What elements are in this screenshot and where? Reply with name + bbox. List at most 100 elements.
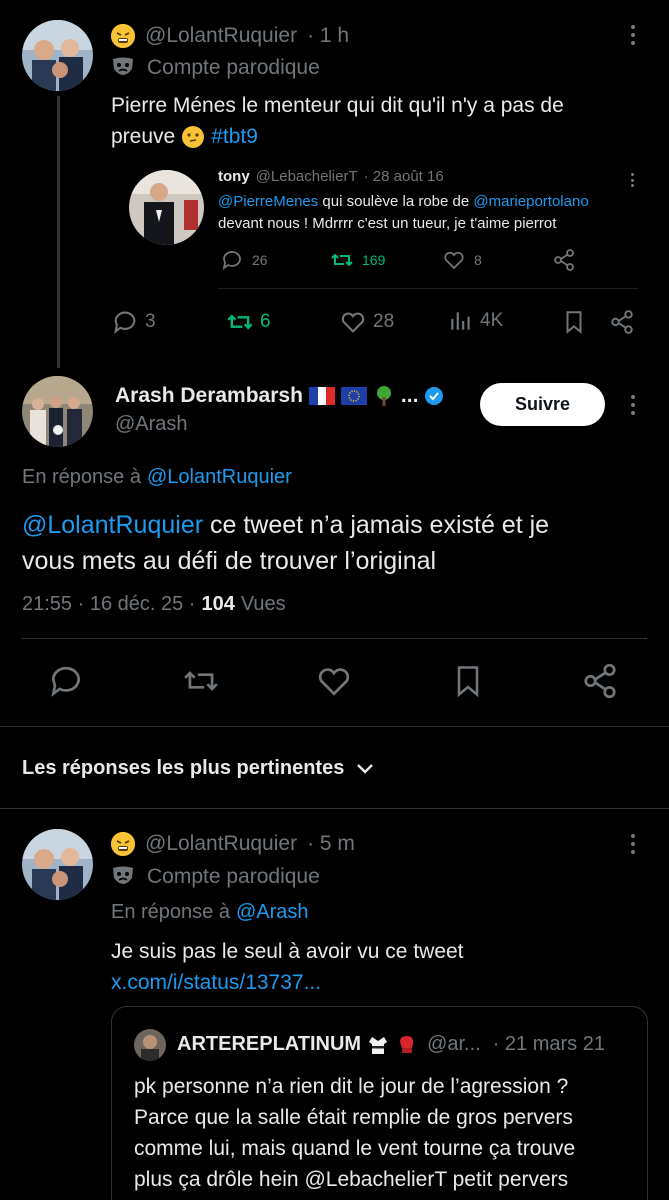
hashtag-tbt9[interactable]: #tbt9 — [211, 121, 258, 152]
tweet1-handle[interactable]: @LolantRuquier — [145, 24, 297, 48]
boxing-glove-icon — [400, 1035, 414, 1053]
quoted-like-count: 8 — [474, 252, 482, 268]
reply1-quoted-name: ARTEREPLATINUM — [177, 1033, 362, 1055]
mention-marieportolano[interactable]: @marieportolano — [473, 193, 588, 210]
reply1-quoted-handle: @ar... — [427, 1033, 481, 1055]
avatar-lolantruquier[interactable] — [22, 20, 93, 91]
quoted-divider — [218, 288, 638, 289]
avatar-arash[interactable] — [22, 376, 93, 447]
reply1-quoted-line1: pk personne n’a rien dit le jour de l’ag… — [134, 1075, 569, 1098]
tweet1-like-count: 28 — [373, 311, 395, 332]
quoted-share-button[interactable] — [552, 248, 576, 272]
quoted-name[interactable]: tony — [218, 168, 250, 185]
reply1-time[interactable]: · 5 m — [307, 832, 355, 856]
tweet1-like-button[interactable]: 28 — [339, 308, 394, 336]
retweet-icon — [184, 671, 218, 691]
angry-face-icon — [111, 24, 135, 48]
tweet1-more-icon[interactable] — [624, 22, 642, 48]
quoted-reply-button[interactable]: 26 — [220, 248, 268, 272]
mention-pierremenes[interactable]: @PierreMenes — [218, 193, 318, 210]
martial-arts-uniform-icon — [369, 1036, 388, 1054]
retweet-icon — [331, 253, 353, 267]
replies-sort-dropdown[interactable]: Les réponses les plus pertinentes — [22, 757, 374, 780]
share-icon — [584, 663, 616, 699]
reply1-quoted-line4: plus ça drôle hein @LebachelierT petit p… — [134, 1168, 569, 1191]
main-mention[interactable]: @LolantRuquier — [22, 511, 203, 539]
theater-mask-icon — [111, 866, 135, 888]
avatar-arterplatinum — [134, 1029, 166, 1061]
reply1-more-icon[interactable] — [624, 831, 642, 857]
verified-badge-icon — [425, 387, 444, 405]
tree-icon — [376, 386, 391, 406]
main-like-button[interactable] — [315, 662, 353, 705]
follow-button[interactable]: Suivre — [480, 383, 605, 426]
main-actions — [0, 662, 669, 706]
main-tweet-author: Arash Derambarsh ... — [115, 384, 444, 408]
heart-icon — [444, 251, 464, 270]
main-bookmark-button[interactable] — [450, 662, 486, 705]
avatar-tony[interactable] — [129, 170, 204, 245]
quoted-retweet-count: 169 — [362, 252, 386, 268]
reply1-handle[interactable]: @LolantRuquier — [145, 832, 297, 856]
tweet1-actions: 3 6 28 4K — [111, 308, 641, 338]
main-timestamp[interactable]: 21:55 · 16 déc. 25 · — [22, 593, 195, 616]
main-tweet-more-icon[interactable] — [624, 392, 642, 418]
quoted-more-icon[interactable] — [626, 170, 638, 190]
tweet1-header: @LolantRuquier · 1 h — [111, 22, 349, 50]
tweet1-views-button[interactable]: 4K — [448, 308, 503, 334]
tweet1-share-button[interactable] — [609, 308, 635, 336]
bookmark-icon — [457, 666, 479, 698]
quoted-retweet-button[interactable]: 169 — [330, 248, 385, 272]
reply1-text-line: Je suis pas le seul à avoir vu ce tweet — [111, 940, 464, 963]
main-text-line1: ce tweet n’a jamais existé et je — [203, 511, 550, 539]
theater-mask-icon — [111, 57, 135, 79]
reply1-quoted-card[interactable]: ARTEREPLATINUM @ar... · 21 mars 21 pk pe… — [111, 1006, 648, 1200]
tweet1-time[interactable]: · 1 h — [307, 24, 349, 48]
main-author-name[interactable]: Arash Derambarsh — [115, 384, 303, 408]
reply-icon — [51, 666, 80, 697]
main-views-count: 104 — [201, 593, 235, 615]
reply-prefix: En réponse à — [22, 466, 141, 488]
share-icon — [554, 249, 574, 271]
avatar-lolantruquier-reply[interactable] — [22, 829, 93, 900]
tweet1-parody-label: Compte parodique — [111, 54, 320, 82]
tweet1-reply-button[interactable]: 3 — [111, 308, 156, 336]
reply1-quoted-line3: comme lui, mais quand le vent tourne ça … — [134, 1137, 576, 1160]
reply1-reply-to-link[interactable]: @Arash — [236, 901, 309, 924]
quoted-handle[interactable]: @LebachelierT — [256, 168, 358, 185]
chevron-down-icon — [357, 763, 374, 774]
main-share-button[interactable] — [581, 662, 619, 705]
quoted-text-part1: qui soulève la robe de — [318, 193, 474, 210]
parody-label: Compte parodique — [147, 56, 320, 79]
heart-icon — [341, 312, 365, 333]
thinking-face-icon — [181, 125, 205, 149]
main-tweet-text: @LolantRuquier ce tweet n’a jamais exist… — [22, 507, 652, 579]
tweet1-text-line2: preuve — [111, 125, 176, 148]
flag-eu-icon — [340, 387, 367, 405]
quoted-actions: 26 169 8 — [220, 248, 580, 276]
flag-france-icon — [308, 387, 335, 405]
main-reply-button[interactable] — [47, 662, 85, 705]
main-meta-divider — [22, 638, 647, 639]
reply1-status-link[interactable]: x.com/i/status/13737... — [111, 967, 641, 998]
tweet1-text: Pierre Ménes le menteur qui dit qu'il n'… — [111, 90, 631, 152]
tweet1-retweet-button[interactable]: 6 — [226, 308, 271, 336]
views-icon — [451, 312, 470, 330]
tweet1-bookmark-button[interactable] — [561, 308, 587, 336]
follow-button-label: Suivre — [514, 394, 571, 414]
main-author-handle[interactable]: @Arash — [115, 413, 188, 436]
reply1-header: @LolantRuquier · 5 m — [111, 830, 355, 858]
reply-icon — [114, 311, 136, 334]
quoted-tweet-text: @PierreMenes qui soulève la robe de @mar… — [218, 191, 638, 235]
quoted-like-button[interactable]: 8 — [442, 248, 482, 272]
main-author-name-suffix: ... — [400, 384, 419, 407]
reply-to-link[interactable]: @LolantRuquier — [147, 466, 292, 489]
reply-icon — [222, 251, 241, 271]
replies-sort-label: Les réponses les plus pertinentes — [22, 757, 345, 779]
angry-face-icon — [111, 832, 135, 856]
main-reply-context: En réponse à @LolantRuquier — [22, 466, 292, 489]
main-views-label: Vues — [240, 593, 286, 615]
tweet1-text-line1: Pierre Ménes le menteur qui dit qu'il n'… — [111, 94, 564, 117]
main-retweet-button[interactable] — [182, 662, 220, 705]
main-text-line2: vous mets au défi de trouver l’original — [22, 547, 437, 575]
